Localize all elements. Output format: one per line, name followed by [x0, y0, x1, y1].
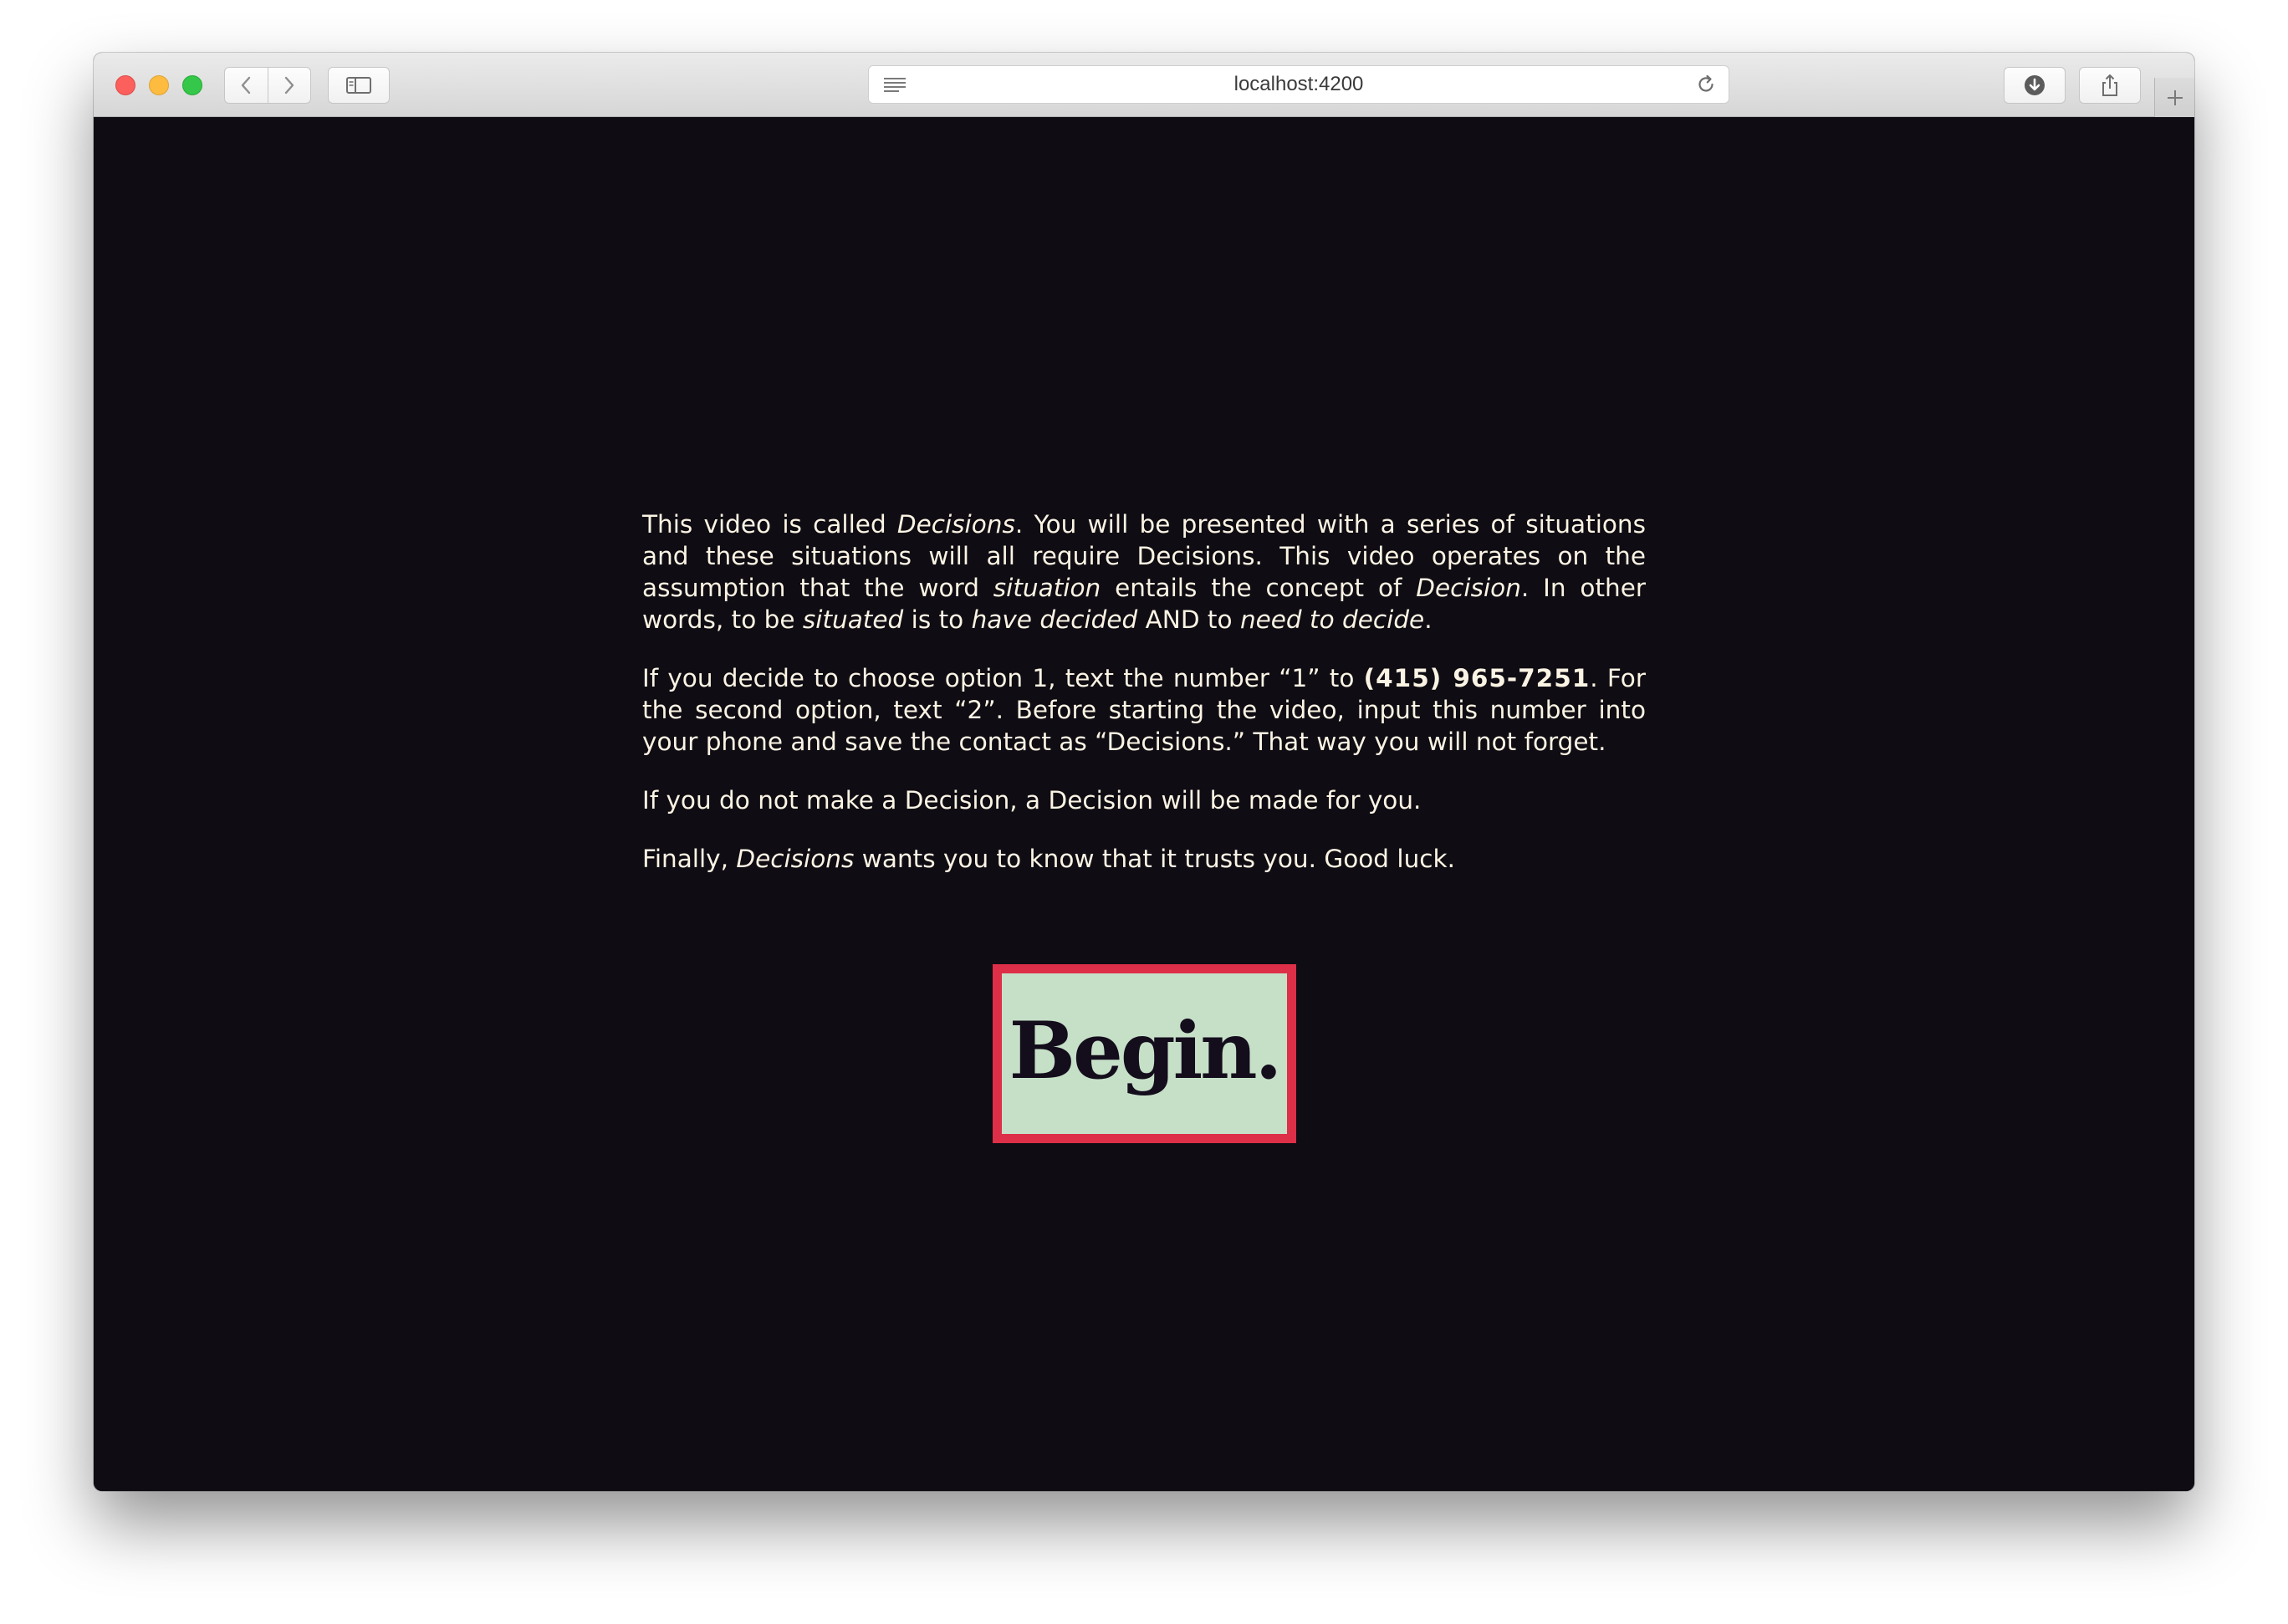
sidebar-icon: [346, 77, 371, 94]
minimize-window-icon[interactable]: [149, 75, 169, 95]
reload-icon[interactable]: [1695, 74, 1717, 100]
begin-button-label: Begin.: [1009, 1005, 1283, 1097]
sidebar-button[interactable]: [328, 67, 390, 104]
address-bar[interactable]: localhost:4200: [868, 65, 1729, 104]
plus-icon: [2167, 89, 2183, 105]
begin-button[interactable]: Begin.: [993, 964, 1296, 1143]
back-button[interactable]: [225, 68, 268, 103]
page-content: This video is called Decisions. You will…: [94, 117, 2194, 1491]
browser-window: localhost:4200 This video is called Deci…: [94, 53, 2194, 1491]
emphasis-situation: situation: [993, 574, 1101, 602]
emphasis-decision: Decision: [1416, 574, 1521, 602]
forward-button[interactable]: [267, 68, 311, 103]
browser-toolbar: localhost:4200: [94, 53, 2194, 117]
chevron-right-icon: [284, 76, 294, 94]
intro-paragraph-4: Finally, Decisions wants you to know tha…: [642, 843, 1646, 875]
text-segment: entails the concept of: [1101, 574, 1417, 602]
emphasis-situated: situated: [802, 605, 904, 634]
phone-number: (415) 965-7251: [1363, 664, 1591, 692]
text-segment: Finally,: [642, 845, 737, 873]
intro-paragraph-2: If you decide to choose option 1, text t…: [642, 662, 1646, 758]
text-segment: AND to: [1137, 605, 1240, 634]
emphasis-need-to-decide: need to decide: [1239, 605, 1425, 634]
text-segment: .: [1424, 605, 1433, 634]
text-segment: is to: [903, 605, 972, 634]
intro-paragraph-1: This video is called Decisions. You will…: [642, 508, 1646, 636]
navigation-buttons: [224, 67, 311, 104]
download-icon: [2025, 75, 2045, 95]
close-window-icon[interactable]: [115, 75, 135, 95]
text-segment: This video is called: [642, 510, 897, 539]
text-segment: If you do not make a Decision, a Decisio…: [642, 786, 1422, 815]
text-segment: If you decide to choose option 1, text t…: [642, 664, 1364, 692]
emphasis-decisions: Decisions: [736, 845, 855, 873]
chevron-left-icon: [242, 76, 251, 94]
url-text[interactable]: localhost:4200: [869, 66, 1729, 103]
share-icon: [2102, 74, 2117, 96]
intro-paragraph-3: If you do not make a Decision, a Decisio…: [642, 784, 1646, 816]
text-segment: wants you to know that it trusts you. Go…: [854, 845, 1455, 873]
download-button[interactable]: [2004, 67, 2066, 104]
new-tab-button[interactable]: [2154, 78, 2194, 117]
emphasis-decisions: Decisions: [896, 510, 1015, 539]
share-button[interactable]: [2079, 67, 2141, 104]
emphasis-have-decided: have decided: [971, 605, 1138, 634]
intro-text: This video is called Decisions. You will…: [642, 508, 1646, 901]
maximize-window-icon[interactable]: [182, 75, 202, 95]
